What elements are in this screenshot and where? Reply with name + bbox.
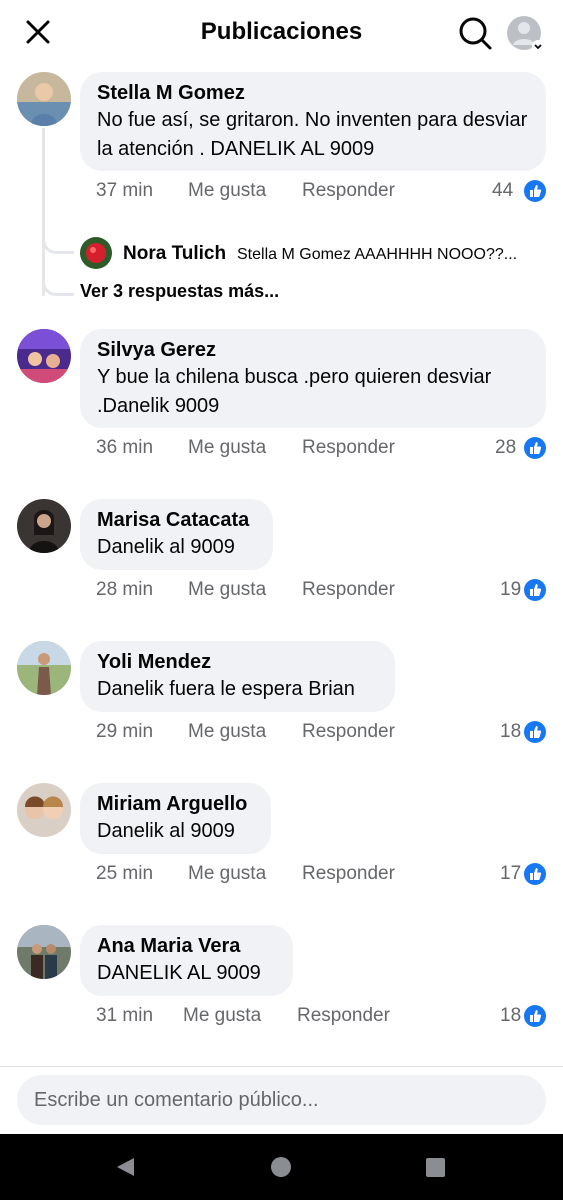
comment-composer: [0, 1066, 563, 1135]
system-navigation-bar: [0, 1134, 563, 1200]
avatar[interactable]: [80, 237, 112, 269]
comment-author[interactable]: Silvya Gerez: [97, 337, 529, 363]
like-button[interactable]: Me gusta: [188, 721, 266, 743]
like-button[interactable]: Me gusta: [188, 437, 266, 459]
comment-text: No fue así, se gritaron. No inventen par…: [97, 109, 528, 160]
avatar[interactable]: [17, 783, 71, 837]
comment-text: Danelik al 9009: [97, 536, 235, 558]
like-button[interactable]: Me gusta: [183, 1005, 261, 1027]
like-button[interactable]: Me gusta: [188, 579, 266, 601]
like-button[interactable]: Me gusta: [188, 180, 266, 202]
like-reaction-icon: [524, 180, 546, 202]
avatar[interactable]: [17, 641, 71, 695]
like-count[interactable]: 19: [500, 579, 521, 601]
reply-button[interactable]: Responder: [302, 721, 395, 743]
like-count[interactable]: 18: [500, 721, 521, 743]
like-count[interactable]: 18: [500, 1005, 521, 1027]
like-reaction-icon: [524, 1005, 546, 1027]
back-icon[interactable]: [114, 1156, 136, 1178]
reply-button[interactable]: Responder: [302, 579, 395, 601]
comment-author[interactable]: Miriam Arguello: [97, 791, 254, 817]
reply-button[interactable]: Responder: [302, 863, 395, 885]
comment-bubble: Silvya Gerez Y bue la chilena busca .per…: [80, 329, 546, 428]
profile-menu-button[interactable]: [505, 14, 545, 54]
comment-time: 25 min: [96, 863, 154, 884]
avatar[interactable]: [17, 925, 71, 979]
comment-bubble: Yoli Mendez Danelik fuera le espera Bria…: [80, 641, 395, 712]
comment-author[interactable]: Ana Maria Vera: [97, 933, 276, 959]
comment-text: Danelik al 9009: [97, 820, 235, 842]
comment-bubble: Stella M Gomez No fue así, se gritaron. …: [80, 72, 546, 171]
home-icon[interactable]: [271, 1157, 291, 1177]
avatar[interactable]: [17, 499, 71, 553]
avatar-icon: [507, 16, 544, 52]
comment-time: 28 min: [96, 579, 154, 600]
comment-time: 36 min: [96, 437, 154, 458]
comment-bubble: Marisa Catacata Danelik al 9009: [80, 499, 273, 570]
comment-author[interactable]: Stella M Gomez: [97, 80, 529, 106]
reply-button[interactable]: Responder: [302, 437, 395, 459]
comment-time: 37 min: [96, 180, 154, 201]
comment-text: DANELIK AL 9009: [97, 962, 261, 984]
comment-bubble: Ana Maria Vera DANELIK AL 9009: [80, 925, 293, 996]
comment-author[interactable]: Marisa Catacata: [97, 507, 256, 533]
like-reaction-icon: [524, 579, 546, 601]
like-reaction-icon: [524, 437, 546, 459]
top-bar: Publicaciones: [0, 0, 563, 66]
like-count[interactable]: 28: [495, 437, 516, 459]
recents-icon[interactable]: [426, 1158, 445, 1177]
reply-author[interactable]: Nora Tulich: [123, 243, 226, 265]
reply-text: Stella M Gomez AAAHHHH NOOO??...: [237, 246, 518, 263]
like-count[interactable]: 17: [500, 863, 521, 885]
comment-text: Y bue la chilena busca .pero quieren des…: [97, 366, 492, 417]
like-button[interactable]: Me gusta: [188, 863, 266, 885]
reply-button[interactable]: Responder: [302, 180, 395, 202]
like-count[interactable]: 44: [492, 180, 513, 202]
comment-time: 31 min: [96, 1005, 154, 1026]
search-button[interactable]: [456, 14, 494, 52]
avatar[interactable]: [17, 72, 71, 126]
reply-preview[interactable]: Nora Tulich Stella M Gomez AAAHHHH NOOO?…: [80, 237, 550, 271]
comment-input[interactable]: [17, 1075, 546, 1125]
comment-time: 29 min: [96, 721, 154, 742]
comment-text: Danelik fuera le espera Brian: [97, 678, 355, 700]
comment-author[interactable]: Yoli Mendez: [97, 649, 378, 675]
comment-bubble: Miriam Arguello Danelik al 9009: [80, 783, 271, 854]
view-more-replies[interactable]: Ver 3 respuestas más...: [80, 281, 279, 302]
like-reaction-icon: [524, 721, 546, 743]
thread-branch: [42, 228, 74, 254]
thread-branch: [42, 270, 74, 296]
avatar[interactable]: [17, 329, 71, 383]
reply-button[interactable]: Responder: [297, 1005, 390, 1027]
like-reaction-icon: [524, 863, 546, 885]
search-icon: [459, 17, 492, 50]
